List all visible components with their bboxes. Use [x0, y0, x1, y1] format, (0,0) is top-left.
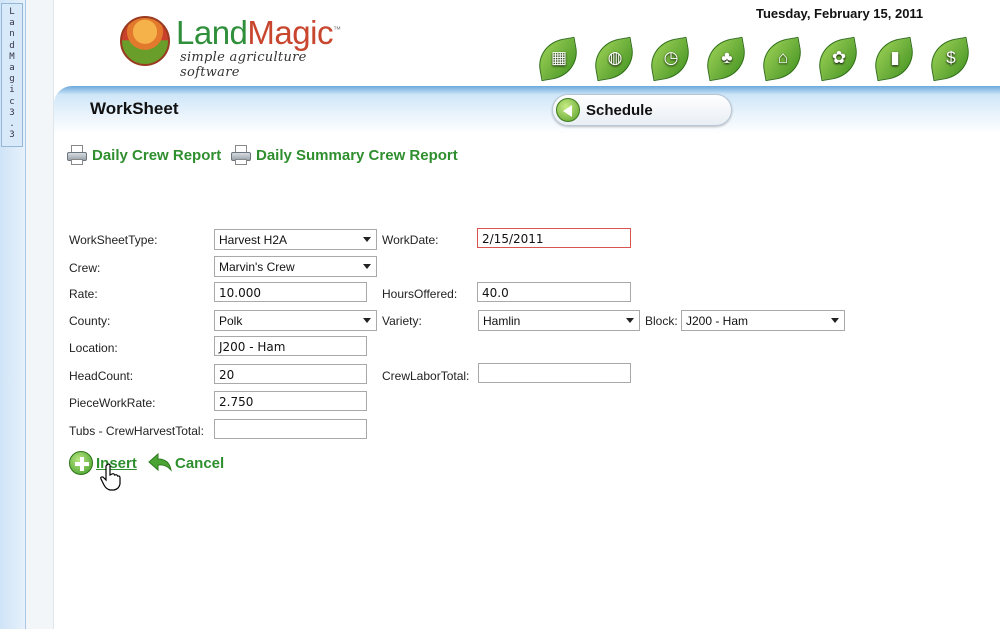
- variety-value: Hamlin: [483, 314, 521, 328]
- block-value: J200 - Ham: [686, 314, 749, 328]
- side-tab-char: 3: [9, 107, 15, 118]
- head-count-label: HeadCount:: [69, 369, 134, 383]
- side-tab-char: n: [9, 29, 15, 40]
- undo-arrow-icon: [148, 452, 172, 472]
- work-date-field[interactable]: 2/15/2011: [477, 228, 631, 248]
- app-window: LandMagic 3.3 LandMagic™ simple agricult…: [0, 0, 1000, 629]
- produce-nav-icon[interactable]: ✿: [814, 34, 861, 82]
- rate-field[interactable]: 10.000: [214, 282, 367, 302]
- crew-select[interactable]: Marvin's Crew: [214, 256, 377, 277]
- plant-glyph-icon: ♣: [721, 48, 733, 67]
- side-tab-char: L: [9, 7, 15, 17]
- logo-tagline: simple agriculture software: [180, 50, 307, 80]
- globe-glyph-icon: ◍: [607, 48, 623, 67]
- county-value: Polk: [219, 314, 243, 328]
- daily-summary-crew-report-link[interactable]: Daily Summary Crew Report: [230, 144, 458, 166]
- blocks-glyph-icon: ▦: [550, 48, 568, 67]
- plant-nav-icon[interactable]: ♣: [702, 34, 749, 82]
- side-tab-char: d: [9, 40, 15, 51]
- block-label: Block:: [645, 314, 678, 328]
- side-panel-strip: LandMagic 3.3: [0, 0, 26, 629]
- printer-icon: [230, 144, 252, 166]
- cancel-button[interactable]: Cancel: [147, 452, 224, 474]
- tubs-crew-harvest-total-field[interactable]: [214, 419, 367, 439]
- side-tab-char: 3: [9, 130, 15, 141]
- side-tab-char: M: [9, 51, 15, 62]
- money-glyph-icon: $: [946, 48, 956, 67]
- chevron-down-icon: [831, 318, 839, 323]
- county-select[interactable]: Polk: [214, 310, 377, 331]
- schedule-button[interactable]: Schedule: [552, 94, 732, 126]
- worksheet-type-label: WorkSheetType:: [69, 233, 158, 247]
- pda-glyph-icon: ▮: [890, 48, 900, 67]
- chevron-down-icon: [363, 264, 371, 269]
- side-tab-char: i: [9, 85, 15, 96]
- add-icon: [69, 451, 93, 475]
- side-tab-char: a: [9, 18, 15, 29]
- worksheet-type-value: Harvest H2A: [219, 233, 288, 247]
- head-count-field[interactable]: 20: [214, 364, 367, 384]
- hand-cursor-icon: [100, 463, 121, 491]
- money-nav-icon[interactable]: $: [926, 34, 973, 82]
- barn-nav-icon[interactable]: ⌂: [758, 34, 805, 82]
- cancel-button-label: Cancel: [175, 454, 225, 472]
- printer-icon: [66, 144, 88, 166]
- back-arrow-icon: [556, 98, 580, 122]
- main-nav-icons: ▦ ◍ ◷ ♣ ⌂ ✿ ▮ $: [534, 34, 974, 84]
- county-label: County:: [69, 314, 111, 328]
- side-tab-char: a: [9, 63, 15, 74]
- schedule-button-label: Schedule: [586, 102, 653, 119]
- piece-work-rate-field[interactable]: 2.750: [214, 391, 367, 411]
- chevron-down-icon: [363, 318, 371, 323]
- daily-crew-report-link[interactable]: Daily Crew Report: [66, 144, 221, 166]
- hours-offered-field[interactable]: 40.0: [477, 282, 631, 302]
- crew-label: Crew:: [69, 261, 101, 275]
- location-label: Location:: [69, 341, 118, 355]
- piece-work-rate-label: PieceWorkRate:: [69, 396, 156, 410]
- logo-sun-icon: [120, 16, 170, 66]
- work-date-label: WorkDate:: [382, 233, 439, 247]
- pda-nav-icon[interactable]: ▮: [870, 34, 917, 82]
- title-bar: WorkSheet Schedule: [54, 86, 1000, 134]
- globe-nav-icon[interactable]: ◍: [590, 34, 637, 82]
- block-select[interactable]: J200 - Ham: [681, 310, 845, 331]
- crew-value: Marvin's Crew: [219, 260, 295, 274]
- variety-label: Variety:: [382, 314, 422, 328]
- side-tab-char: c: [9, 96, 15, 107]
- landmagic-logo[interactable]: LandMagic™ simple agriculture software: [120, 14, 360, 80]
- crew-labor-total-label: CrewLaborTotal:: [382, 369, 470, 383]
- logo-title: LandMagic™: [176, 14, 341, 51]
- current-date: Tuesday, February 15, 2011: [756, 6, 924, 21]
- hours-offered-label: HoursOffered:: [382, 287, 458, 301]
- barn-glyph-icon: ⌂: [777, 48, 789, 67]
- daily-summary-crew-report-label: Daily Summary Crew Report: [256, 146, 458, 164]
- page-title: WorkSheet: [90, 99, 179, 118]
- worksheet-type-select[interactable]: Harvest H2A: [214, 229, 377, 250]
- worker-clock-nav-icon[interactable]: ◷: [646, 34, 693, 82]
- side-tab-char: g: [9, 74, 15, 85]
- rate-label: Rate:: [69, 287, 98, 301]
- worker-clock-glyph-icon: ◷: [663, 48, 679, 67]
- daily-crew-report-label: Daily Crew Report: [92, 146, 222, 164]
- crew-labor-total-field[interactable]: [478, 363, 631, 383]
- chevron-down-icon: [626, 318, 634, 323]
- tubs-crew-harvest-total-label: Tubs - CrewHarvestTotal:: [69, 424, 204, 438]
- page-gutter: [26, 0, 54, 629]
- variety-select[interactable]: Hamlin: [478, 310, 640, 331]
- location-field[interactable]: J200 - Ham: [214, 336, 367, 356]
- side-tab-char: .: [9, 119, 15, 130]
- blocks-nav-icon[interactable]: ▦: [534, 34, 581, 82]
- chevron-down-icon: [363, 237, 371, 242]
- produce-glyph-icon: ✿: [831, 48, 847, 67]
- side-tab-landmagic[interactable]: LandMagic 3.3: [1, 3, 23, 147]
